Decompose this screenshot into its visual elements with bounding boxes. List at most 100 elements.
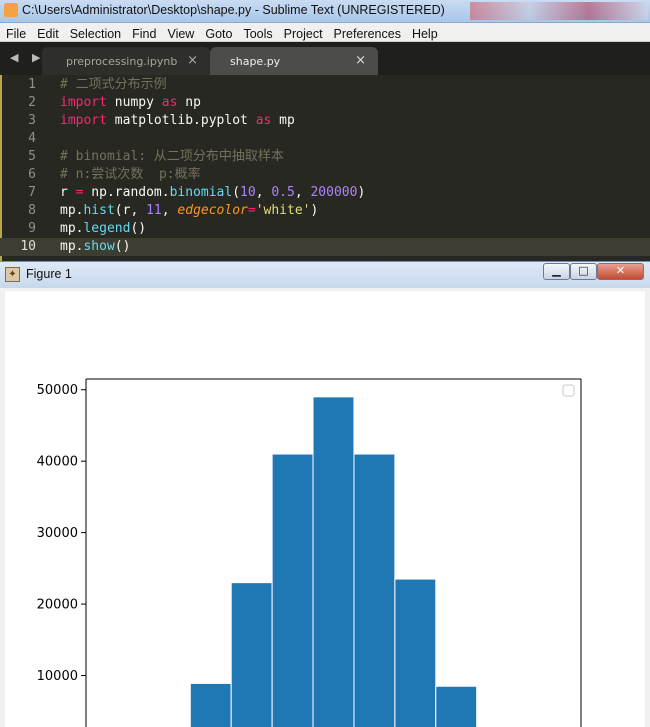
code-token: # 二项式分布示例 <box>60 77 167 92</box>
tab-bar: ◀ ▶ preprocessing.ipynb × shape.py × <box>0 42 650 75</box>
code-text: import matplotlib.pyplot as mp <box>60 112 295 130</box>
code-token: numpy <box>106 95 162 110</box>
tab-nav-arrows[interactable]: ◀ ▶ <box>10 51 45 64</box>
code-line[interactable]: 9 mp.legend() <box>0 220 650 238</box>
histogram-bar <box>394 578 437 727</box>
line-number: 10 <box>20 239 36 254</box>
code-line[interactable]: 4 <box>0 130 650 148</box>
line-number: 1 <box>28 77 36 92</box>
code-line[interactable]: 2 import numpy as np <box>0 94 650 112</box>
line-number: 2 <box>28 95 36 110</box>
histogram-bar <box>312 396 355 727</box>
tab-close-icon[interactable]: × <box>187 53 198 68</box>
menu-tools[interactable]: Tools <box>237 26 277 41</box>
sublime-app-icon <box>4 3 18 17</box>
code-line[interactable]: 10 mp.show() <box>0 238 650 256</box>
histogram-bar <box>230 582 273 727</box>
y-tick-label: 20000 <box>37 598 78 613</box>
line-number: 4 <box>28 131 36 146</box>
menu-selection[interactable]: Selection <box>64 26 126 41</box>
line-number: 3 <box>28 113 36 128</box>
y-tick-label: 30000 <box>37 526 78 541</box>
code-text: # n:尝试次数 p:概率 <box>60 166 201 184</box>
menu-project[interactable]: Project <box>278 26 328 41</box>
code-line[interactable]: 7 r = np.random.binomial(10, 0.5, 200000) <box>0 184 650 202</box>
code-token: r <box>60 185 76 200</box>
tab-preprocessing[interactable]: preprocessing.ipynb × <box>42 47 210 75</box>
code-token: 200000 <box>310 185 358 200</box>
tab-label: preprocessing.ipynb <box>66 55 178 68</box>
code-token: = <box>247 203 256 218</box>
code-editor[interactable]: 1 # 二项式分布示例 2 import numpy as np 3 import mat… <box>0 75 650 261</box>
line-number: 7 <box>28 185 36 200</box>
code-token: np.random. <box>83 185 170 200</box>
line-number: 5 <box>28 149 36 164</box>
code-token: mp. <box>60 221 84 236</box>
code-token: # binomial: 从二项分布中抽取样本 <box>60 149 284 164</box>
close-button[interactable]: ✕ <box>597 263 644 280</box>
legend-box <box>562 384 575 397</box>
code-line[interactable]: 5 # binomial: 从二项分布中抽取样本 <box>0 148 650 166</box>
figure-window-title: Figure 1 <box>26 267 72 281</box>
code-token: binomial <box>169 185 233 200</box>
code-token: ( <box>232 185 241 200</box>
code-text: mp.show() <box>60 238 130 256</box>
code-token: np <box>177 95 201 110</box>
code-token: 0.5 <box>271 185 295 200</box>
code-token: () <box>130 221 147 236</box>
code-token: as <box>161 95 178 110</box>
menu-preferences[interactable]: Preferences <box>328 26 406 41</box>
code-text: # 二项式分布示例 <box>60 76 167 94</box>
code-text: import numpy as np <box>60 94 201 112</box>
histogram-bar <box>435 685 478 727</box>
tab-close-icon[interactable]: × <box>355 53 366 68</box>
code-token: # n:尝试次数 p:概率 <box>60 167 201 182</box>
code-token: ) <box>357 185 366 200</box>
blurred-background-region <box>470 2 648 20</box>
code-text: mp.legend() <box>60 220 146 238</box>
y-tick-label: 50000 <box>37 383 78 398</box>
code-token: mp. <box>60 239 84 254</box>
code-text: # binomial: 从二项分布中抽取样本 <box>60 148 284 166</box>
line-number: 9 <box>28 221 36 236</box>
code-token: 11 <box>146 203 162 218</box>
histogram-bar <box>189 682 232 727</box>
code-token: , <box>255 185 272 200</box>
figure-titlebar: ✦ Figure 1 ▁ □ ✕ <box>0 261 650 288</box>
figure-canvas[interactable]: 01000020000300004000050000 <box>5 291 645 727</box>
menu-find[interactable]: Find <box>126 26 161 41</box>
y-tick-label: 10000 <box>37 669 78 684</box>
code-token: matplotlib.pyplot <box>106 113 256 128</box>
code-text: r = np.random.binomial(10, 0.5, 200000) <box>60 184 365 202</box>
y-tick-label: 40000 <box>37 455 78 470</box>
maximize-button[interactable]: □ <box>570 263 597 280</box>
tab-shape-py[interactable]: shape.py × <box>210 47 378 75</box>
menubar: File Edit Selection Find View Goto Tools Projec… <box>0 23 650 42</box>
code-token: import <box>60 95 107 110</box>
code-token: import <box>60 113 107 128</box>
menu-view[interactable]: View <box>161 26 199 41</box>
minimize-button[interactable]: ▁ <box>543 263 570 280</box>
code-token: 'white' <box>255 203 311 218</box>
menu-edit[interactable]: Edit <box>31 26 64 41</box>
code-line[interactable]: 3 import matplotlib.pyplot as mp <box>0 112 650 130</box>
code-token: edgecolor <box>177 203 248 218</box>
line-number: 8 <box>28 203 36 218</box>
tab-label: shape.py <box>230 55 281 68</box>
menu-goto[interactable]: Goto <box>199 26 237 41</box>
code-token: ) <box>310 203 319 218</box>
menu-help[interactable]: Help <box>406 26 443 41</box>
code-token: mp <box>271 113 295 128</box>
line-number: 6 <box>28 167 36 182</box>
menu-file[interactable]: File <box>0 26 31 41</box>
sublime-titlebar: C:\Users\Administrator\Desktop\shape.py … <box>0 0 650 23</box>
code-token: (r, <box>114 203 147 218</box>
histogram-bar <box>353 453 396 727</box>
code-text: mp.hist(r, 11, edgecolor='white') <box>60 202 318 220</box>
code-line[interactable]: 8 mp.hist(r, 11, edgecolor='white') <box>0 202 650 220</box>
code-line[interactable]: 1 # 二项式分布示例 <box>0 76 650 94</box>
code-token: , <box>294 185 311 200</box>
code-token: legend <box>83 221 131 236</box>
code-line[interactable]: 6 # n:尝试次数 p:概率 <box>0 166 650 184</box>
code-token: as <box>255 113 272 128</box>
